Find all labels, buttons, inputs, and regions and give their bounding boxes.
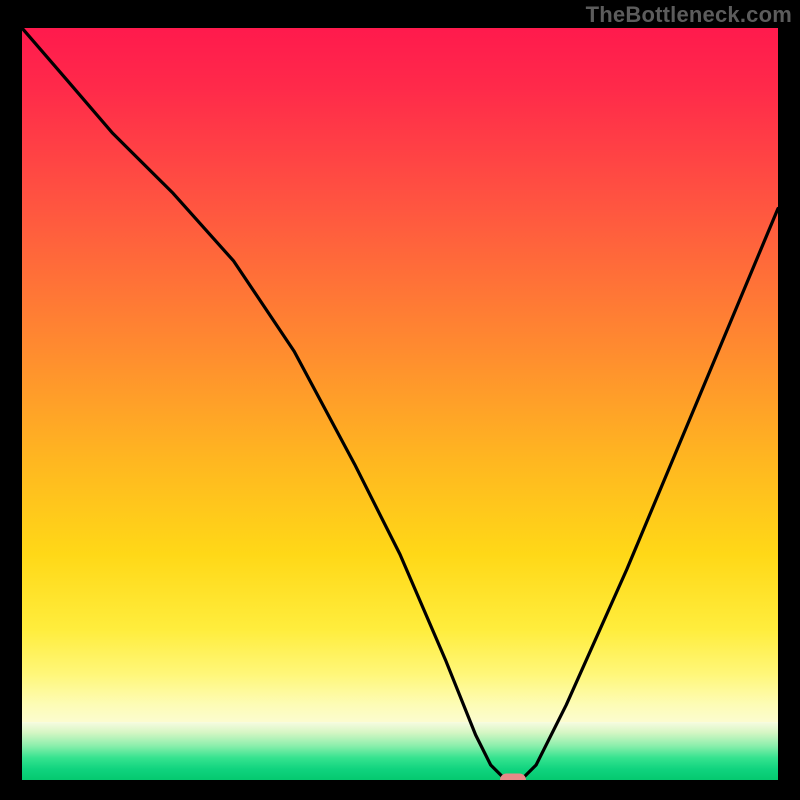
trough-marker [500,774,526,781]
bottleneck-curve [22,28,778,780]
watermark-text: TheBottleneck.com [586,2,792,28]
chart-frame: TheBottleneck.com [0,0,800,800]
plot-area [22,28,778,780]
curve-path [22,28,778,780]
